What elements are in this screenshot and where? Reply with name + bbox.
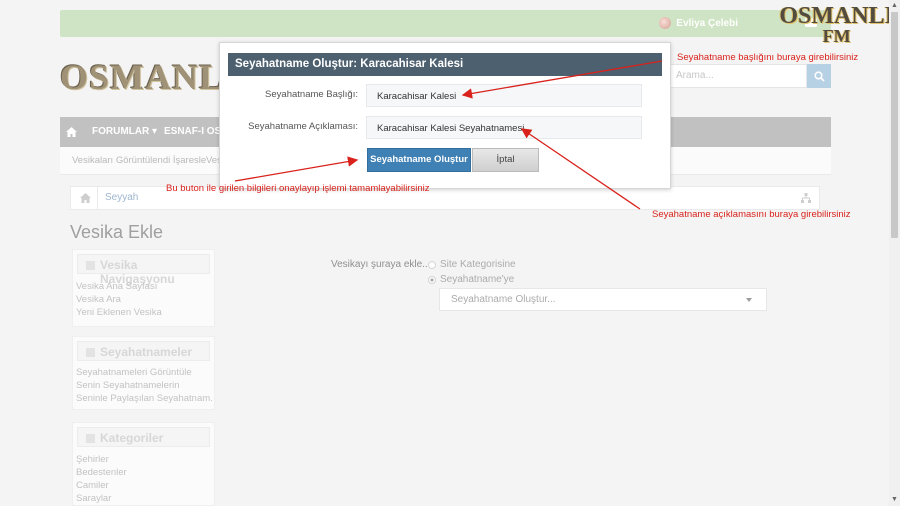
description-label: Seyahatname Açıklaması: [248,121,358,132]
dialog-title: Seyahatname Oluştur: Karacahisar Kalesi [228,53,662,76]
cancel-button[interactable]: İptal [472,148,539,172]
description-input[interactable]: Karacahisar Kalesi Seyahatnamesi [366,116,642,139]
scroll-down-icon[interactable]: ▼ [889,496,900,504]
create-travelogue-button[interactable]: Seyahatname Oluştur [367,148,471,172]
title-label: Seyahatname Başlığı: [265,89,358,100]
scroll-up-icon[interactable]: ▲ [889,2,900,10]
create-travelogue-dialog: Seyahatname Oluştur: Karacahisar Kalesi … [219,42,671,189]
annotation-title-hint: Seyahatname başlığını buraya girebilirsi… [677,52,859,63]
annotation-button-hint: Bu buton ile girilen bilgileri onaylayıp… [166,183,430,194]
scrollbar-thumb[interactable] [891,12,898,238]
annotation-description-hint: Seyahatname açıklamasını buraya girebili… [652,209,851,220]
scrollbar[interactable]: ▲ ▼ [889,0,900,506]
title-input[interactable]: Karacahisar Kalesi [366,84,642,107]
